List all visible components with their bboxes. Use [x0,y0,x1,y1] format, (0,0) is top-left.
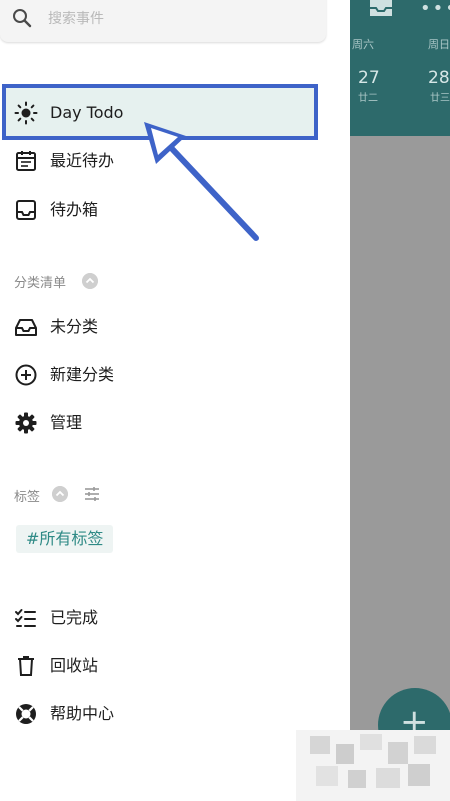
nav-item-label: Day Todo [50,103,124,122]
lunar-date: 廿二 [358,93,378,104]
search-icon [13,9,32,28]
chevron-up-icon[interactable] [82,273,98,289]
section-header-categories: 分类清单 [14,276,67,291]
nav-item-uncategorized[interactable]: 未分类 [0,303,340,351]
section-header-tags: 标签 [14,490,41,505]
nav-item-label: 已完成 [50,608,99,627]
search-input[interactable]: 搜索事件 [48,8,104,28]
nav-item-inbox[interactable]: 待办箱 [0,186,340,234]
tray-icon [15,319,37,336]
nav-item-help[interactable]: 帮助中心 [0,690,340,738]
gear-icon [15,412,37,434]
sun-icon [14,101,38,125]
nav-item-label: 新建分类 [50,365,115,384]
background-calendar-app: ••• 周六 周日 27 28 廿二 廿三 + [350,0,450,801]
lifebuoy-icon [16,704,36,724]
pixelated-watermark [296,730,450,801]
calendar-date[interactable]: 28 [428,68,450,88]
nav-item-label: 未分类 [50,317,99,336]
inbox-icon[interactable] [368,0,394,18]
weekday-label: 周六 [352,38,374,51]
calendar-header: ••• 周六 周日 27 28 廿二 廿三 [350,0,450,136]
navigation-drawer: 搜索事件 Day Todo 最近待办 待办箱 分类清单 未分类 新建分类 管理 … [0,0,350,801]
tag-chip-all[interactable]: #所有标签 [16,525,114,553]
trash-icon [18,656,34,676]
nav-item-completed[interactable]: 已完成 [0,594,340,642]
nav-item-day-todo[interactable]: Day Todo [0,89,340,137]
nav-item-label: 帮助中心 [50,704,115,723]
lunar-date: 廿三 [430,93,450,104]
nav-item-label: 待办箱 [50,200,99,219]
nav-item-label: 管理 [50,413,83,432]
inbox-icon [16,200,36,220]
filter-sliders-icon[interactable] [84,486,100,502]
nav-item-trash[interactable]: 回收站 [0,642,340,690]
weekday-label: 周日 [428,38,450,51]
plus-circle-icon [15,364,37,386]
nav-item-label: 最近待办 [50,151,115,170]
nav-item-new-category[interactable]: 新建分类 [0,351,340,399]
calendar-date[interactable]: 27 [358,68,380,88]
nav-item-label: 回收站 [50,656,99,675]
checklist-icon [15,609,36,627]
more-icon[interactable]: ••• [420,0,450,19]
calendar-icon [16,151,36,171]
search-bar[interactable]: 搜索事件 [0,0,326,42]
nav-item-recent[interactable]: 最近待办 [0,137,340,185]
nav-item-manage[interactable]: 管理 [0,399,340,447]
chevron-up-icon[interactable] [52,486,68,502]
